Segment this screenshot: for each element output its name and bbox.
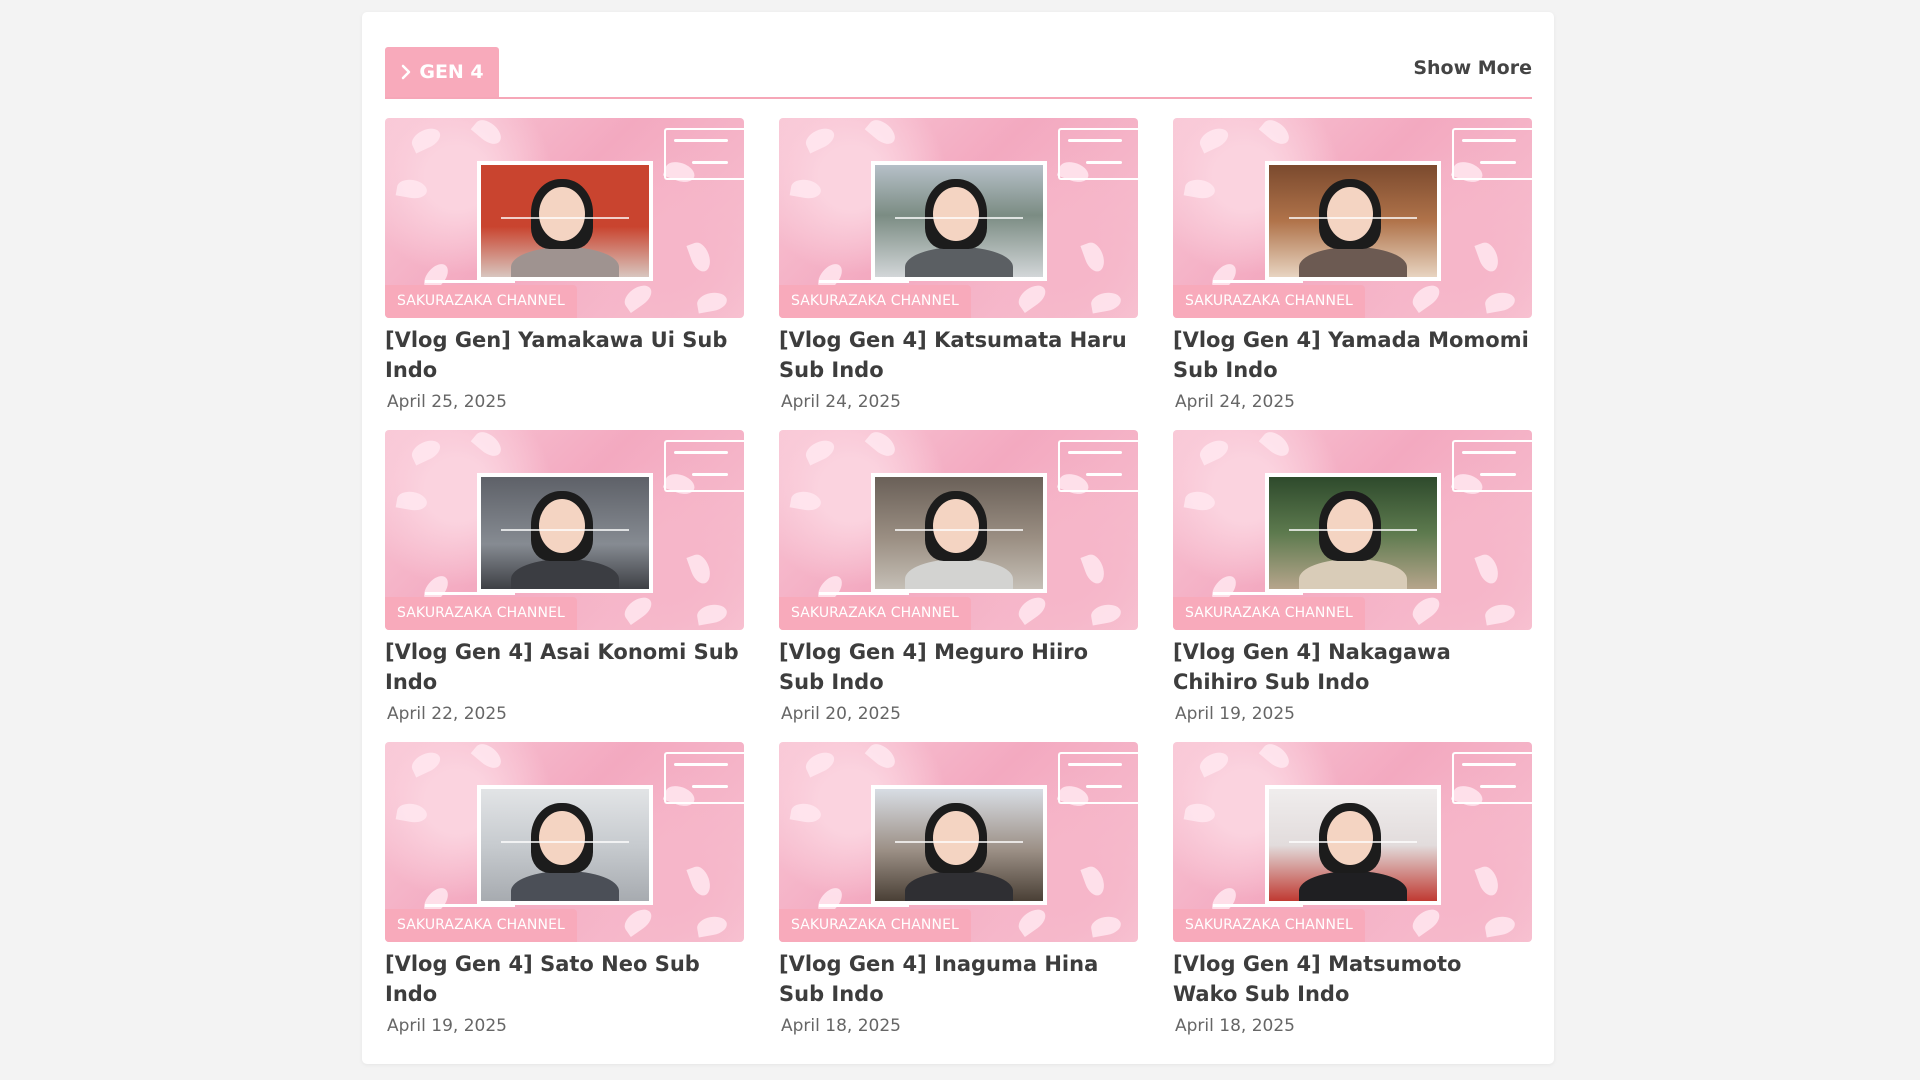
video-card[interactable]: SAKURAZAKA CHANNEL [Vlog Gen 4] Yamada M… bbox=[1173, 118, 1532, 430]
channel-badge: SAKURAZAKA CHANNEL bbox=[385, 597, 577, 630]
video-thumbnail[interactable]: SAKURAZAKA CHANNEL bbox=[1173, 118, 1532, 318]
video-thumbnail[interactable]: SAKURAZAKA CHANNEL bbox=[385, 430, 744, 630]
video-title[interactable]: [Vlog Gen 4] Yamada Momomi Sub Indo bbox=[1173, 325, 1532, 385]
video-date: April 18, 2025 bbox=[1175, 1016, 1295, 1036]
video-date: April 18, 2025 bbox=[781, 1016, 901, 1036]
profile-tag bbox=[664, 752, 744, 804]
channel-badge: SAKURAZAKA CHANNEL bbox=[779, 909, 971, 942]
video-date: April 19, 2025 bbox=[387, 1016, 507, 1036]
member-photo bbox=[1265, 473, 1441, 593]
video-card[interactable]: SAKURAZAKA CHANNEL [Vlog Gen 4] Nakagawa… bbox=[1173, 430, 1532, 742]
video-thumbnail[interactable]: SAKURAZAKA CHANNEL bbox=[385, 742, 744, 942]
video-card[interactable]: SAKURAZAKA CHANNEL [Vlog Gen] Yamakawa U… bbox=[385, 118, 744, 430]
member-photo bbox=[1265, 785, 1441, 905]
member-photo bbox=[477, 785, 653, 905]
video-title[interactable]: [Vlog Gen 4] Matsumoto Wako Sub Indo bbox=[1173, 949, 1532, 1009]
video-thumbnail[interactable]: SAKURAZAKA CHANNEL bbox=[1173, 430, 1532, 630]
video-date: April 22, 2025 bbox=[387, 704, 507, 724]
video-card[interactable]: SAKURAZAKA CHANNEL [Vlog Gen 4] Sato Neo… bbox=[385, 742, 744, 1054]
video-title[interactable]: [Vlog Gen 4] Asai Konomi Sub Indo bbox=[385, 637, 744, 697]
profile-tag bbox=[1058, 752, 1138, 804]
profile-tag bbox=[1452, 752, 1532, 804]
video-title[interactable]: [Vlog Gen 4] Katsumata Haru Sub Indo bbox=[779, 325, 1138, 385]
member-photo bbox=[871, 473, 1047, 593]
profile-tag bbox=[664, 128, 744, 180]
show-more-link[interactable]: Show More bbox=[1413, 57, 1532, 79]
video-card[interactable]: SAKURAZAKA CHANNEL [Vlog Gen 4] Katsumat… bbox=[779, 118, 1138, 430]
member-photo bbox=[871, 161, 1047, 281]
video-title[interactable]: [Vlog Gen 4] Nakagawa Chihiro Sub Indo bbox=[1173, 637, 1532, 697]
profile-tag bbox=[1058, 128, 1138, 180]
video-title[interactable]: [Vlog Gen 4] Inaguma Hina Sub Indo bbox=[779, 949, 1138, 1009]
video-date: April 25, 2025 bbox=[387, 392, 507, 412]
video-date: April 20, 2025 bbox=[781, 704, 901, 724]
profile-tag bbox=[1452, 440, 1532, 492]
video-thumbnail[interactable]: SAKURAZAKA CHANNEL bbox=[1173, 742, 1532, 942]
video-date: April 24, 2025 bbox=[1175, 392, 1295, 412]
video-card[interactable]: SAKURAZAKA CHANNEL [Vlog Gen 4] Asai Kon… bbox=[385, 430, 744, 742]
member-photo bbox=[477, 473, 653, 593]
profile-tag bbox=[1452, 128, 1532, 180]
video-date: April 24, 2025 bbox=[781, 392, 901, 412]
video-title[interactable]: [Vlog Gen] Yamakawa Ui Sub Indo bbox=[385, 325, 744, 385]
video-thumbnail[interactable]: SAKURAZAKA CHANNEL bbox=[779, 118, 1138, 318]
video-card[interactable]: SAKURAZAKA CHANNEL [Vlog Gen 4] Meguro H… bbox=[779, 430, 1138, 742]
video-title[interactable]: [Vlog Gen 4] Meguro Hiiro Sub Indo bbox=[779, 637, 1138, 697]
video-section-panel: GEN 4 Show More SAKURAZAKA CHANNEL [Vlog… bbox=[362, 12, 1554, 1064]
tab-gen-4[interactable]: GEN 4 bbox=[385, 47, 499, 97]
chevron-right-icon bbox=[402, 64, 411, 80]
video-title[interactable]: [Vlog Gen 4] Sato Neo Sub Indo bbox=[385, 949, 744, 1009]
channel-badge: SAKURAZAKA CHANNEL bbox=[779, 285, 971, 318]
member-photo bbox=[477, 161, 653, 281]
profile-tag bbox=[1058, 440, 1138, 492]
video-thumbnail[interactable]: SAKURAZAKA CHANNEL bbox=[385, 118, 744, 318]
member-photo bbox=[1265, 161, 1441, 281]
video-thumbnail[interactable]: SAKURAZAKA CHANNEL bbox=[779, 430, 1138, 630]
video-card[interactable]: SAKURAZAKA CHANNEL [Vlog Gen 4] Inaguma … bbox=[779, 742, 1138, 1054]
profile-tag bbox=[664, 440, 744, 492]
video-date: April 19, 2025 bbox=[1175, 704, 1295, 724]
tab-label: GEN 4 bbox=[419, 61, 484, 83]
channel-badge: SAKURAZAKA CHANNEL bbox=[1173, 597, 1365, 630]
section-header: GEN 4 Show More bbox=[385, 35, 1532, 99]
channel-badge: SAKURAZAKA CHANNEL bbox=[385, 909, 577, 942]
video-card[interactable]: SAKURAZAKA CHANNEL [Vlog Gen 4] Matsumot… bbox=[1173, 742, 1532, 1054]
channel-badge: SAKURAZAKA CHANNEL bbox=[1173, 285, 1365, 318]
member-photo bbox=[871, 785, 1047, 905]
video-grid: SAKURAZAKA CHANNEL [Vlog Gen] Yamakawa U… bbox=[385, 118, 1533, 1054]
video-thumbnail[interactable]: SAKURAZAKA CHANNEL bbox=[779, 742, 1138, 942]
channel-badge: SAKURAZAKA CHANNEL bbox=[779, 597, 971, 630]
channel-badge: SAKURAZAKA CHANNEL bbox=[1173, 909, 1365, 942]
channel-badge: SAKURAZAKA CHANNEL bbox=[385, 285, 577, 318]
